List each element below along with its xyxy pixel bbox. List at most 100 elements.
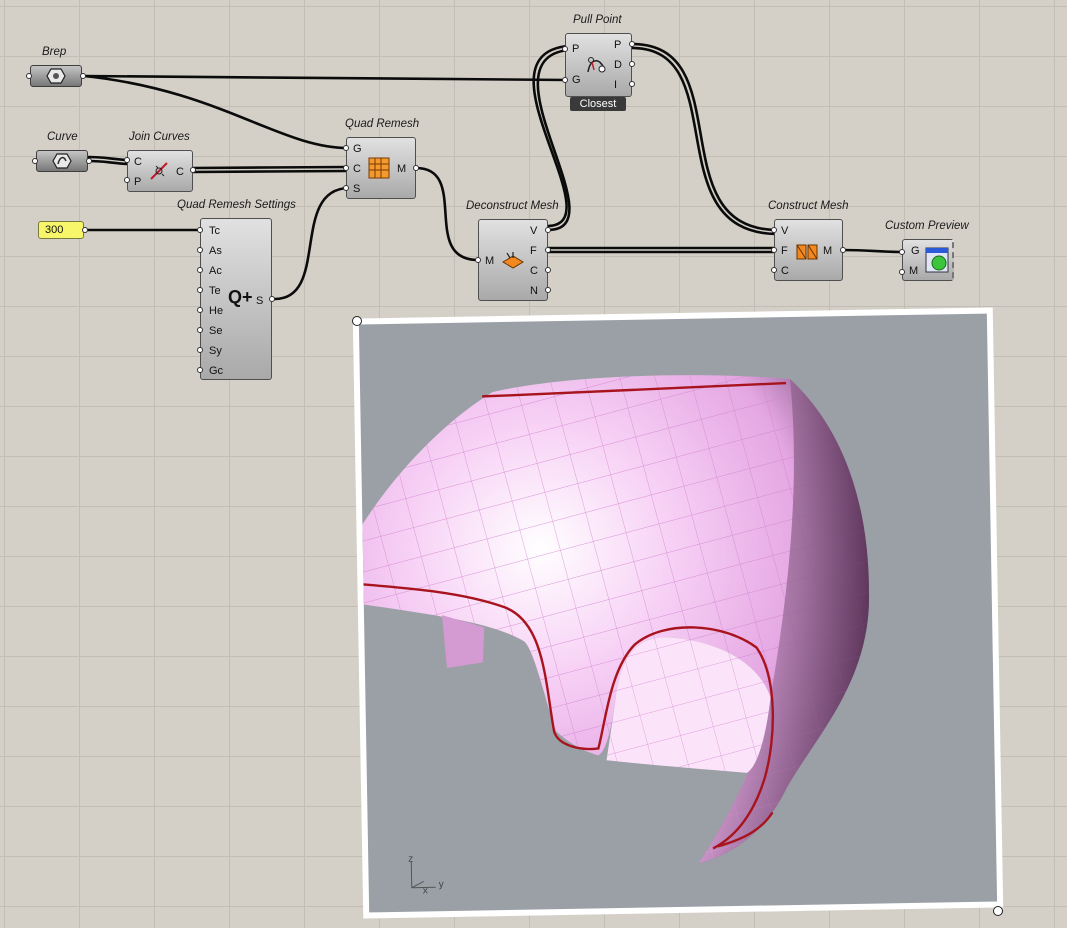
pull-point-closest-tag[interactable]: Closest [570, 97, 626, 111]
settings-input-sy: Sy [209, 345, 222, 357]
q-plus-icon: Q+ [228, 287, 253, 307]
settings-input-as: As [209, 245, 222, 257]
custom-preview-icon [925, 247, 949, 273]
curve-output-grip[interactable] [86, 158, 92, 164]
join-curves-c-in-grip[interactable] [124, 157, 130, 163]
settings-he-grip[interactable] [197, 307, 203, 313]
join-curves-p-in-grip[interactable] [124, 177, 130, 183]
pull-point-icon [587, 57, 606, 73]
viewport-canvas[interactable]: z y x [358, 313, 998, 913]
construct-f-grip[interactable] [771, 247, 777, 253]
viewport-corner-handle-bottom-right[interactable] [993, 906, 1003, 916]
construct-v-grip[interactable] [771, 227, 777, 233]
deconstruct-c-grip[interactable] [545, 267, 551, 273]
construct-m-grip[interactable] [840, 247, 846, 253]
brep-param[interactable] [30, 65, 82, 87]
settings-te-grip[interactable] [197, 287, 203, 293]
quad-remesh-icon [368, 157, 390, 179]
custom-preview-g-grip[interactable] [899, 249, 905, 255]
settings-input-tc: Tc [209, 225, 220, 237]
quad-remesh-input-g: G [353, 143, 362, 155]
settings-s-grip[interactable] [269, 296, 275, 302]
pull-point-d-out-grip[interactable] [629, 61, 635, 67]
settings-input-se: Se [209, 325, 223, 337]
quad-remesh-g-grip[interactable] [343, 145, 349, 151]
brep-icon [46, 68, 66, 84]
quad-remesh-settings-title: Quad Remesh Settings [177, 199, 296, 211]
wire-curve-joincurves[interactable] [87, 155, 129, 162]
quad-remesh-output-m: M [397, 163, 407, 175]
settings-as-grip[interactable] [197, 247, 203, 253]
brep-input-grip[interactable] [26, 73, 32, 79]
settings-tc-grip[interactable] [197, 227, 203, 233]
settings-ac-grip[interactable] [197, 267, 203, 273]
join-curves-title: Join Curves [129, 131, 190, 143]
deconstruct-n-grip[interactable] [545, 287, 551, 293]
slider-output-grip[interactable] [82, 227, 88, 233]
settings-gc-grip[interactable] [197, 367, 203, 373]
deconstruct-output-v: V [530, 225, 538, 237]
construct-mesh-component[interactable]: V F C M [774, 219, 843, 281]
pull-point-p-out-grip[interactable] [629, 41, 635, 47]
quad-remesh-m-grip[interactable] [413, 165, 419, 171]
pull-point-output-d: D [614, 59, 622, 71]
join-curves-component[interactable]: C P C [127, 150, 193, 192]
pull-point-title: Pull Point [573, 14, 622, 26]
axis-y-label: y [438, 879, 444, 891]
custom-preview-input-g: G [911, 245, 920, 257]
custom-preview-input-m: M [909, 265, 919, 277]
deconstruct-mesh-icon [502, 252, 524, 269]
settings-sy-grip[interactable] [197, 347, 203, 353]
viewport-corner-handle-top-left[interactable] [352, 316, 362, 326]
deconstruct-f-grip[interactable] [545, 247, 551, 253]
settings-se-grip[interactable] [197, 327, 203, 333]
construct-output-m: M [823, 245, 833, 257]
join-curves-input-c: C [134, 156, 142, 168]
custom-preview-component[interactable]: G M [902, 239, 954, 281]
quad-remesh-title: Quad Remesh [345, 118, 420, 130]
deconstruct-mesh-component[interactable]: M V F C N [478, 219, 548, 301]
quad-remesh-component[interactable]: G C S M [346, 137, 416, 199]
number-slider[interactable]: 300 [38, 221, 84, 239]
quad-remesh-c-grip[interactable] [343, 165, 349, 171]
construct-c-grip[interactable] [771, 267, 777, 273]
deconstruct-output-n: N [530, 285, 538, 297]
settings-output-s: S [256, 295, 264, 307]
pull-point-component[interactable]: P G P D I [565, 33, 632, 97]
quad-remesh-settings-component[interactable]: Tc As Ac Te He Se Sy Gc S Q+ [200, 218, 272, 380]
wire-quadremesh-deconstruct[interactable] [415, 166, 479, 262]
deconstruct-output-f: F [530, 245, 537, 257]
construct-input-v: V [781, 225, 789, 237]
wire-brep-pullpoint[interactable] [83, 74, 569, 82]
settings-input-gc: Gc [209, 365, 224, 377]
join-curves-input-p: P [134, 176, 142, 188]
wire-joincurves-quadremesh[interactable] [191, 165, 349, 170]
deconstruct-m-grip[interactable] [475, 257, 481, 263]
quad-remesh-s-grip[interactable] [343, 185, 349, 191]
rhino-viewport[interactable]: z y x [352, 307, 1004, 919]
axis-z-label: z [408, 853, 414, 865]
curve-icon [52, 153, 72, 169]
pull-point-i-out-grip[interactable] [629, 81, 635, 87]
deconstruct-v-grip[interactable] [545, 227, 551, 233]
mesh-preview [362, 375, 869, 864]
wire-construct-preview[interactable] [841, 248, 904, 254]
custom-preview-m-grip[interactable] [899, 269, 905, 275]
brep-title: Brep [42, 46, 67, 58]
brep-output-grip[interactable] [80, 73, 86, 79]
wire-brep-quadremesh[interactable] [83, 74, 349, 150]
curve-input-grip[interactable] [32, 158, 38, 164]
curve-param[interactable] [36, 150, 88, 172]
join-curves-c-out-grip[interactable] [190, 167, 196, 173]
construct-mesh-title: Construct Mesh [768, 200, 849, 212]
join-curves-icon [150, 162, 168, 180]
pull-point-p-in-grip[interactable] [562, 46, 568, 52]
construct-input-f: F [781, 245, 788, 257]
construct-input-c: C [781, 265, 789, 277]
wire-pullpoint-construct[interactable] [631, 42, 777, 232]
pull-point-g-in-grip[interactable] [562, 77, 568, 83]
custom-preview-title: Custom Preview [885, 220, 969, 232]
quad-remesh-input-c: C [353, 163, 361, 175]
pull-point-output-i: I [614, 79, 618, 91]
quad-remesh-input-s: S [353, 183, 361, 195]
